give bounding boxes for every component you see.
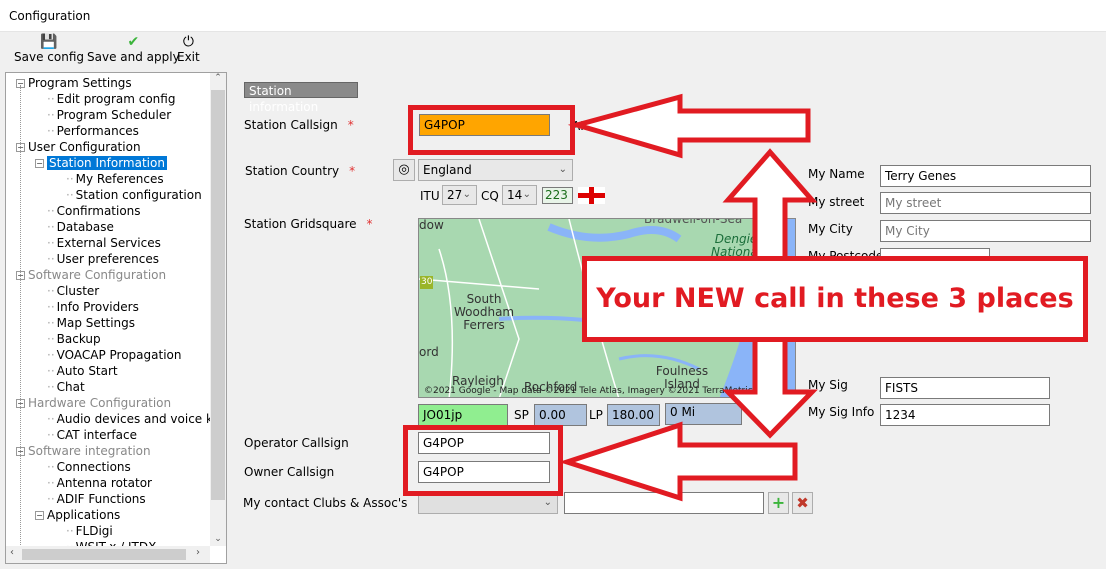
callout-banner: Your NEW call in these 3 places: [582, 256, 1088, 342]
arrow-left-icon: [567, 93, 811, 159]
arrow-left-icon: [558, 421, 798, 502]
